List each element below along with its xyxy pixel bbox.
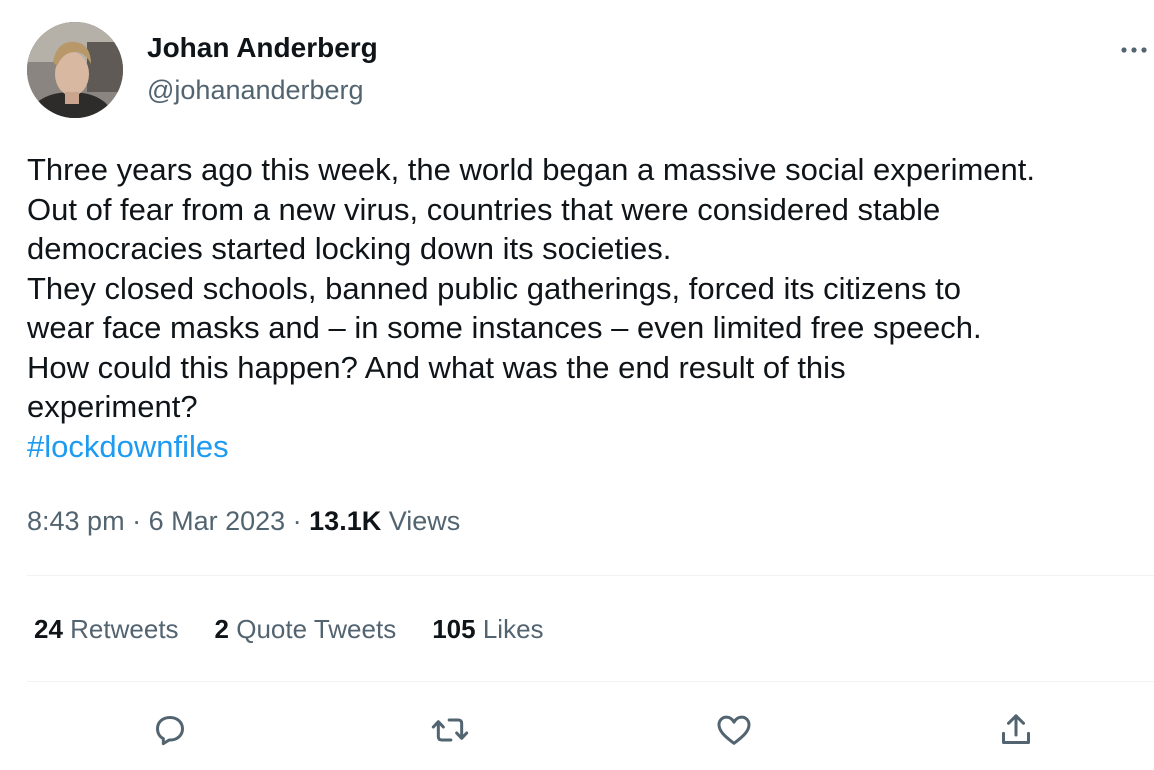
retweet-button[interactable]	[428, 708, 472, 752]
tweet-card: Johan Anderberg @johananderberg Three ye…	[0, 0, 1154, 770]
quote-tweets-stat[interactable]: 2 Quote Tweets	[215, 611, 397, 647]
hashtag-link[interactable]: #lockdownfiles	[27, 427, 1147, 467]
tweet-text: Three years ago this week, the world beg…	[27, 150, 1147, 466]
author-handle[interactable]: @johananderberg	[147, 72, 364, 108]
author-name[interactable]: Johan Anderberg	[147, 30, 378, 66]
tweet-line: democracies started locking down its soc…	[27, 231, 672, 266]
avatar-photo	[27, 22, 123, 118]
likes-label: Likes	[482, 614, 544, 644]
tweet-meta: 8:43 pm · 6 Mar 2023 · 13.1K Views	[27, 503, 460, 539]
avatar[interactable]	[27, 22, 123, 118]
tweet-line: Out of fear from a new virus, countries …	[27, 191, 941, 227]
engagement-stats: 24 Retweets 2 Quote Tweets 105 Likes	[34, 611, 580, 647]
tweet-time[interactable]: 8:43 pm	[27, 506, 125, 536]
retweets-count: 24	[34, 614, 63, 644]
more-button[interactable]	[1118, 40, 1150, 60]
views-count: 13.1K	[309, 506, 382, 536]
tweet-line: Three years ago this week, the world beg…	[27, 152, 1035, 187]
reply-button[interactable]	[148, 708, 192, 752]
views-label: Views	[388, 506, 461, 536]
tweet-line: experiment?	[27, 389, 198, 424]
more-horizontal-icon	[1121, 47, 1147, 53]
divider	[27, 681, 1154, 682]
retweets-stat[interactable]: 24 Retweets	[34, 611, 179, 647]
tweet-line: wear face masks and – in some instances …	[27, 310, 982, 345]
divider	[27, 575, 1154, 576]
share-button[interactable]	[994, 708, 1038, 752]
likes-stat[interactable]: 105 Likes	[432, 611, 543, 647]
likes-count: 105	[432, 614, 476, 644]
tweet-line: How could this happen? And what was the …	[27, 349, 846, 385]
retweets-label: Retweets	[70, 614, 179, 644]
retweet-icon	[431, 718, 469, 742]
like-button[interactable]	[712, 708, 756, 752]
meta-separator: ·	[285, 506, 310, 536]
quotes-label: Quote Tweets	[236, 614, 397, 644]
heart-icon	[717, 715, 751, 745]
share-icon	[1002, 714, 1030, 744]
tweet-date[interactable]: 6 Mar 2023	[149, 506, 286, 536]
reply-icon	[156, 716, 184, 746]
meta-separator: ·	[124, 506, 149, 536]
quotes-count: 2	[214, 614, 230, 644]
tweet-line: They closed schools, banned public gathe…	[27, 270, 961, 306]
